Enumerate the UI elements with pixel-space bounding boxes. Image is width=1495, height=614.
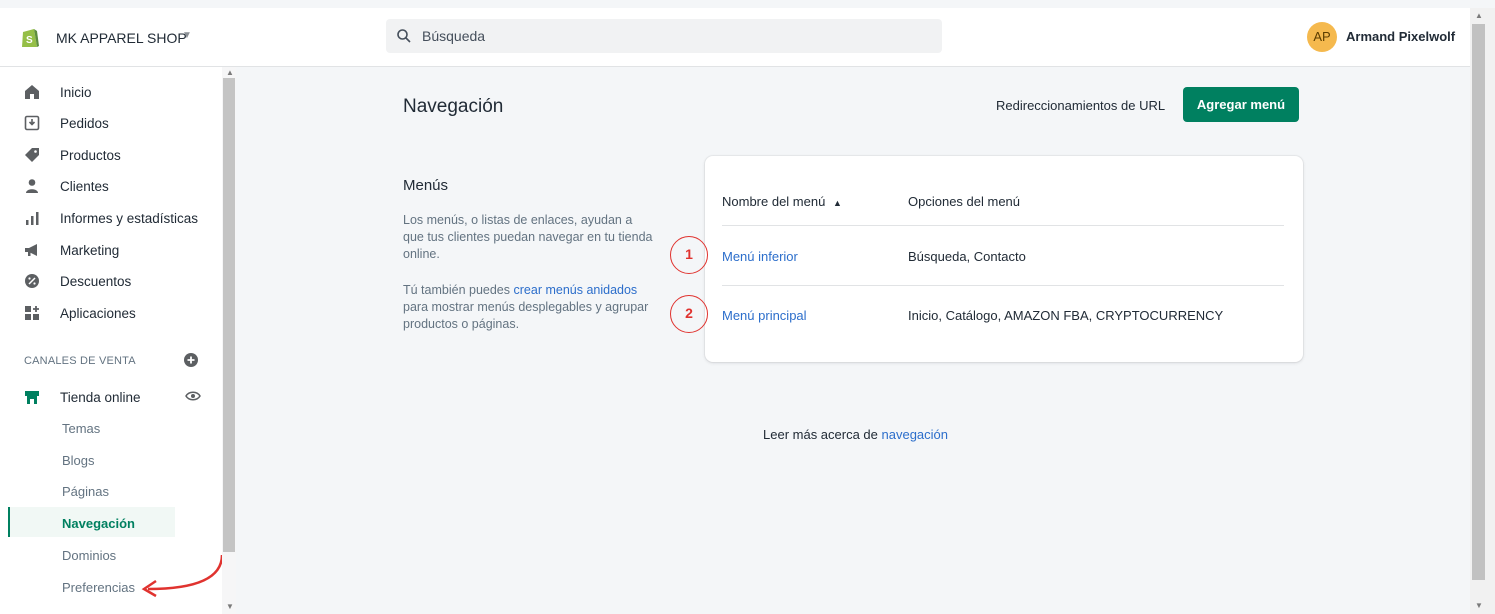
sidebar-subitem-preferencias[interactable]: Preferencias [62,580,135,595]
menus-description: Los menús, o listas de enlaces, ayudan a… [403,213,653,261]
scroll-down-arrow-icon[interactable]: ▼ [226,602,234,611]
top-bar: S MK APPAREL SHOP ▼ Búsqueda AP Armand P… [0,8,1470,67]
annotation-badge-1: 1 [670,236,708,274]
discount-icon [25,274,39,288]
menu-options-principal: Inicio, Catálogo, AMAZON FBA, CRYPTOCURR… [908,308,1224,323]
menus-section-title: Menús [403,177,449,194]
sidebar-item-label: Clientes [60,178,109,194]
page-title: Navegación [403,96,504,117]
sidebar: Inicio Pedidos Productos Clientes Inform… [0,67,224,614]
sidebar-item-aplicaciones[interactable]: Aplicaciones [24,301,136,325]
sidebar-item-label: Aplicaciones [60,305,136,321]
column-header-menu-options: Opciones del menú [908,194,1021,209]
row-divider [722,225,1284,226]
nested-prefix: Tú también puedes [403,283,514,297]
row-divider [722,285,1284,286]
sidebar-item-label: Tienda online [60,389,141,405]
sidebar-subitem-dominios[interactable]: Dominios [62,548,116,563]
page-scroll-down-icon[interactable]: ▼ [1475,601,1483,610]
shopify-logo-icon[interactable]: S [20,27,40,49]
sidebar-item-label: Marketing [60,242,120,258]
sidebar-subitem-navegacion[interactable]: Navegación [62,516,135,531]
sidebar-item-tienda-online[interactable]: Tienda online [24,385,141,409]
person-icon [26,179,38,193]
sidebar-subitem-paginas[interactable]: Páginas [62,484,109,499]
sidebar-item-pedidos[interactable]: Pedidos [24,111,109,135]
annotation-badge-2: 2 [670,295,708,333]
search-placeholder: Búsqueda [422,28,486,44]
sidebar-item-clientes[interactable]: Clientes [24,174,109,198]
sidebar-item-inicio[interactable]: Inicio [24,80,92,104]
orders-icon [24,115,40,131]
sidebar-item-productos[interactable]: Productos [24,143,121,167]
menu-link-principal[interactable]: Menú principal [722,308,807,323]
nested-menus-description: Tú también puedes crear menús anidados p… [403,282,653,333]
learn-more-prefix: Leer más acerca de [763,427,882,442]
sidebar-item-informes[interactable]: Informes y estadísticas [24,206,198,230]
store-icon [25,391,39,404]
sidebar-item-marketing[interactable]: Marketing [24,238,119,262]
bar-chart-icon [26,212,39,225]
sidebar-item-label: Descuentos [60,273,132,289]
add-menu-button[interactable]: Agregar menú [1183,87,1299,122]
svg-text:S: S [26,35,33,46]
sidebar-item-label: Pedidos [60,115,109,131]
eye-icon[interactable] [185,389,201,403]
search-input[interactable]: Búsqueda [386,19,942,53]
store-name[interactable]: MK APPAREL SHOP [56,30,187,46]
sidebar-subitem-blogs[interactable]: Blogs [62,453,95,468]
search-icon [397,29,411,43]
chevron-down-icon[interactable]: ▼ [182,30,192,41]
scroll-up-arrow-icon[interactable]: ▲ [226,68,234,77]
menu-options-inferior: Búsqueda, Contacto [908,249,1026,264]
user-name[interactable]: Armand Pixelwolf [1346,29,1455,44]
active-item-indicator [8,507,10,537]
sidebar-item-descuentos[interactable]: Descuentos [24,269,131,293]
page-scrollbar-thumb[interactable] [1472,24,1485,580]
sidebar-item-label: Inicio [60,84,92,100]
sidebar-scrollbar-thumb[interactable] [223,78,235,552]
nested-suffix: para mostrar menús desplegables y agrupa… [403,300,649,331]
page-scroll-up-icon[interactable]: ▲ [1475,11,1483,20]
sidebar-item-label: Productos [60,147,121,163]
navigation-help-link[interactable]: navegación [882,427,949,442]
column-header-menu-name[interactable]: Nombre del menú ▲ [722,194,842,209]
home-icon [25,85,39,99]
learn-more-text: Leer más acerca de navegación [763,427,948,442]
avatar[interactable]: AP [1307,22,1337,52]
url-redirects-link[interactable]: Redireccionamientos de URL [996,98,1165,113]
sales-channels-heading: CANALES DE VENTA [24,355,136,367]
add-circle-icon[interactable] [183,352,199,368]
sidebar-item-label: Informes y estadísticas [60,210,199,226]
megaphone-icon [25,244,37,256]
create-nested-menus-link[interactable]: crear menús anidados [514,283,638,297]
sidebar-subitem-temas[interactable]: Temas [62,421,100,436]
menu-link-inferior[interactable]: Menú inferior [722,249,798,264]
annotation-arrow-icon [141,554,224,598]
sort-ascending-icon: ▲ [832,198,842,208]
column-header-label: Nombre del menú [722,194,826,209]
apps-icon [25,306,39,320]
tag-icon [25,148,39,162]
